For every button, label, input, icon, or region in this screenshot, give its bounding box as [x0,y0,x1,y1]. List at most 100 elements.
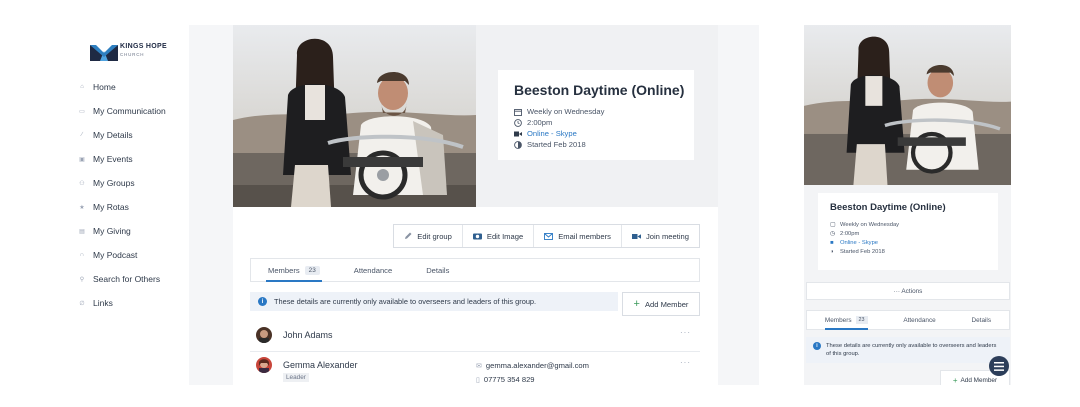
member-row[interactable]: John Adams ··· [256,327,701,347]
link-icon: ∅ [79,300,85,307]
sidebar-item-home[interactable]: ⌂ Home [76,75,188,99]
sidebar-item-my-events[interactable]: ▣ My Events [76,147,188,171]
member-name: John Adams [283,330,333,340]
privacy-notice: i These details are currently only avail… [250,292,618,311]
group-time: 2:00pm [514,117,678,128]
member-row[interactable]: Gemma Alexander Leader ✉ gemma.alexander@… [256,357,701,385]
camera-icon [472,232,482,240]
sidebar-item-label: My Details [93,130,133,140]
group-content: Edit group Edit Image Email members Join… [233,207,718,385]
group-header-info: Beeston Daytime (Online) Weekly on Wedne… [476,25,718,207]
group-location[interactable]: Online - Skype [514,128,678,139]
mobile-actions-button[interactable]: ··· Actions [806,282,1010,300]
brand-sub: CHURCH [120,52,145,57]
members-count-badge: 23 [304,265,320,275]
sidebar-item-label: My Rotas [93,202,129,212]
member-more-icon[interactable]: ··· [680,328,691,337]
sidebar-item-my-giving[interactable]: ▤ My Giving [76,219,188,243]
calendar-icon [514,108,522,116]
mobile-group-schedule: ▢ Weekly on Wednesday [830,220,986,229]
info-icon: i [258,297,267,306]
mobile-tab-attendance[interactable]: Attendance [903,311,935,329]
member-phone[interactable]: ▯ 07775 354 829 [476,375,535,384]
mobile-location-link[interactable]: Online - Skype [840,240,878,246]
group-schedule: Weekly on Wednesday [514,106,678,117]
clock-icon [514,118,522,127]
people-icon: ⚇ [79,180,85,187]
star-icon: ★ [79,204,85,211]
plus-icon: + [633,298,640,310]
tab-members[interactable]: Members 23 [251,259,337,282]
brand-logo[interactable]: KINGS HOPE CHURCH [90,41,170,61]
sidebar-item-label: My Events [93,154,133,164]
edit-group-button[interactable]: Edit group [394,225,463,247]
tab-details-label: Details [426,265,450,275]
card-icon: ▤ [79,228,85,235]
tab-details[interactable]: Details [409,259,466,281]
member-more-icon[interactable]: ··· [680,358,691,367]
group-location-link[interactable]: Online - Skype [527,129,577,138]
avatar [256,327,272,343]
sidebar-item-label: Links [93,298,113,308]
mobile-group-started: ◑ Started Feb 2018 [830,247,986,256]
chat-icon: ▭ [79,108,85,115]
menu-fab-button[interactable] [989,356,1009,376]
join-meeting-button[interactable]: Join meeting [622,225,699,247]
mobile-tab-details[interactable]: Details [972,311,992,329]
info-icon: i [813,342,821,350]
member-email-text: gemma.alexander@gmail.com [485,361,589,370]
mobile-privacy-notice: i These details are currently only avail… [806,337,1010,363]
sidebar-item-my-communication[interactable]: ▭ My Communication [76,99,188,123]
sidebar-item-my-groups[interactable]: ⚇ My Groups [76,171,188,195]
plus-icon: + [952,375,958,385]
mobile-preview: Beeston Daytime (Online) ▢ Weekly on Wedn… [804,25,1011,385]
brand-name: KINGS HOPE [120,43,167,50]
sidebar-item-links[interactable]: ∅ Links [76,291,188,315]
sidebar-item-search-for-others[interactable]: ⚲ Search for Others [76,267,188,291]
group-title: Beeston Daytime (Online) [514,82,685,98]
email-members-label: Email members [558,231,611,241]
sidebar-item-my-podcast[interactable]: ∩ My Podcast [76,243,188,267]
group-photo [233,25,476,207]
member-divider [250,351,700,352]
add-member-button[interactable]: + Add Member [622,292,700,316]
half-circle-icon [514,140,522,149]
edit-group-label: Edit group [417,231,452,241]
edit-image-button[interactable]: Edit Image [463,225,535,247]
mobile-group-title: Beeston Daytime (Online) [830,202,946,213]
pencil-icon [404,232,412,240]
email-members-button[interactable]: Email members [534,225,622,247]
sidebar-item-label: Search for Others [93,274,161,284]
mobile-group-location[interactable]: ■ Online - Skype [830,238,986,247]
group-tabs: Members 23 Attendance Details [250,258,700,282]
join-meeting-label: Join meeting [645,231,689,241]
envelope-icon: ✉ [476,363,482,370]
mobile-privacy-notice-text: These details are currently only availab… [826,343,997,357]
member-name: Gemma Alexander [283,360,358,370]
couple-motorcycle-image [804,25,1011,185]
sidebar-item-my-rotas[interactable]: ★ My Rotas [76,195,188,219]
sidebar-item-label: My Groups [93,178,135,188]
sidebar-item-label: My Communication [93,106,166,116]
video-camera-icon [514,130,522,138]
tab-attendance[interactable]: Attendance [337,259,409,281]
sidebar-item-my-details[interactable]: ∕ My Details [76,123,188,147]
group-info-card: Beeston Daytime (Online) Weekly on Wedne… [498,70,694,160]
couple-motorcycle-image [233,25,476,207]
mobile-group-photo [804,25,1011,185]
sidebar-item-label: My Podcast [93,250,138,260]
mobile-started-text: Started Feb 2018 [840,248,885,255]
mobile-time-text: 2:00pm [840,230,860,237]
mobile-tab-details-label: Details [971,316,992,324]
mobile-group-time: ◷ 2:00pm [830,229,986,238]
mobile-tab-attendance-label: Attendance [903,316,936,324]
member-email[interactable]: ✉ gemma.alexander@gmail.com [476,361,589,370]
clock-icon: ◷ [830,230,836,237]
group-started: Started Feb 2018 [514,139,678,150]
avatar [256,357,272,373]
mobile-tab-members[interactable]: Members 23 [824,311,868,330]
video-camera-icon: ■ [830,239,834,246]
privacy-notice-text: These details are currently only availab… [274,297,537,306]
group-time-text: 2:00pm [527,118,553,127]
add-member-label: Add Member [644,299,689,309]
